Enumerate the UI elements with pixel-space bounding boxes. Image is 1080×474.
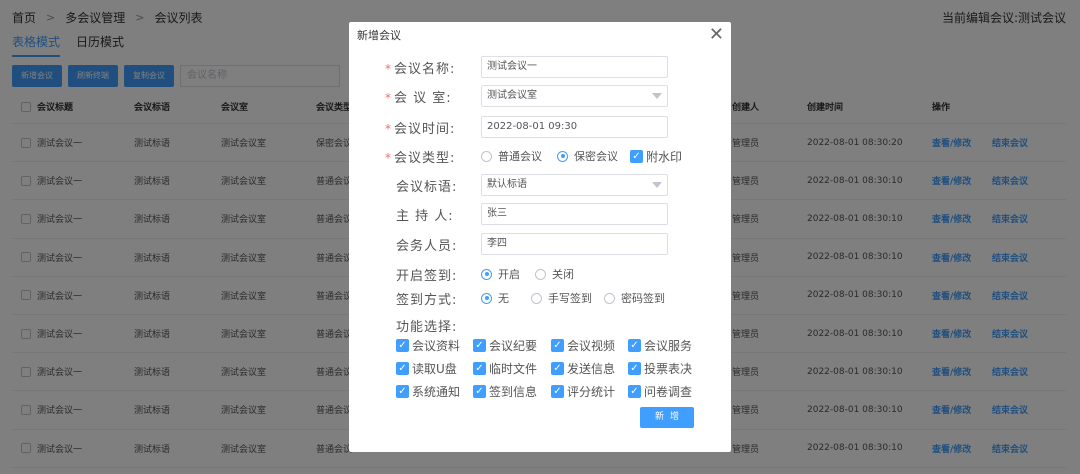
type-label: * 会议类型: (385, 150, 456, 166)
checkmark-icon: ✓ (628, 362, 641, 375)
meeting-room-select[interactable]: 测试会议室 (481, 85, 668, 107)
feature-checkbox[interactable]: ✓ 发送信息 (551, 360, 628, 377)
meeting-room-value: 测试会议室 (487, 90, 537, 101)
features-row: 功能选择: (349, 314, 731, 336)
required-mark: * (385, 150, 392, 165)
watermark-checkbox[interactable]: ✓ 附水印 (630, 148, 682, 165)
signin-method-handwrite[interactable]: 手写签到 (531, 290, 592, 306)
room-label: * 会 议 室: (385, 90, 452, 106)
slogan-value: 默认标语 (487, 179, 527, 190)
radio-selected-icon (557, 150, 568, 162)
required-mark: * (385, 121, 392, 136)
signin-option-off[interactable]: 关闭 (535, 266, 574, 282)
radio-icon (604, 292, 615, 304)
slogan-label: 会议标语: (396, 179, 458, 195)
submit-add-button[interactable]: 新增 (640, 407, 694, 428)
feature-label: 投票表决 (644, 362, 693, 376)
feature-checkbox[interactable]: ✓ 系统通知 (396, 383, 473, 400)
feature-checkbox[interactable]: ✓ 临时文件 (473, 360, 551, 377)
dialog-title: 新增会议 (357, 29, 401, 42)
feature-checkbox[interactable]: ✓ 会议视频 (551, 337, 628, 354)
type-row: * 会议类型: 普通会议 保密会议 ✓ 附水印 (349, 145, 731, 167)
feature-label: 会议纪要 (489, 339, 538, 353)
radio-icon (535, 268, 546, 280)
radio-selected-icon (481, 292, 492, 304)
required-mark: * (385, 61, 392, 76)
signin-method-options: 无 手写签到 密码签到 (481, 290, 680, 306)
feature-label: 问卷调查 (644, 385, 693, 399)
checkmark-icon: ✓ (473, 339, 486, 352)
checkmark-icon: ✓ (551, 385, 564, 398)
checkmark-icon: ✓ (473, 385, 486, 398)
host-input[interactable]: 张三 (481, 203, 668, 225)
room-row: * 会 议 室: 测试会议室 (349, 85, 731, 107)
chevron-down-icon (652, 182, 662, 188)
staff-row: 会务人员: 李四 (349, 233, 731, 255)
feature-checkbox[interactable]: ✓ 问卷调查 (628, 383, 708, 400)
feature-checkbox[interactable]: ✓ 投票表决 (628, 360, 708, 377)
signin-method-row: 签到方式: 无 手写签到 密码签到 (349, 287, 731, 309)
add-meeting-dialog: 新增会议 ✕ * 会议名称: 测试会议一 * 会 议 室: 测试会议室 * 会议时间:… (349, 22, 731, 452)
signin-options: 开启 关闭 (481, 266, 589, 282)
checkmark-icon: ✓ (630, 149, 643, 163)
feature-label: 会议资料 (412, 339, 461, 353)
time-label: * 会议时间: (385, 121, 456, 137)
staff-input[interactable]: 李四 (481, 233, 668, 255)
meeting-name-input[interactable]: 测试会议一 (481, 56, 668, 78)
time-row: * 会议时间: 2022-08-01 09:30 (349, 116, 731, 138)
slogan-select[interactable]: 默认标语 (481, 174, 668, 196)
feature-label: 会议服务 (644, 339, 693, 353)
slogan-row: 会议标语: 默认标语 (349, 174, 731, 196)
signin-method-label: 签到方式: (396, 292, 458, 308)
required-mark: * (385, 90, 392, 105)
staff-label: 会务人员: (396, 238, 458, 254)
feature-checkbox[interactable]: ✓ 会议纪要 (473, 337, 551, 354)
type-options: 普通会议 保密会议 ✓ 附水印 (481, 148, 697, 165)
feature-checkbox[interactable]: ✓ 读取U盘 (396, 360, 473, 377)
signin-method-none[interactable]: 无 (481, 290, 509, 306)
checkmark-icon: ✓ (396, 362, 409, 375)
signin-label: 开启签到: (396, 268, 458, 284)
signin-method-password[interactable]: 密码签到 (604, 290, 665, 306)
name-label: * 会议名称: (385, 61, 456, 77)
host-row: 主 持 人: 张三 (349, 203, 731, 225)
feature-label: 发送信息 (567, 362, 616, 376)
feature-label: 会议视频 (567, 339, 616, 353)
signin-row: 开启签到: 开启 关闭 (349, 263, 731, 285)
features-grid: ✓ 会议资料 ✓ 会议纪要 ✓ 会议视频 ✓ 会议服务 ✓ 读取U盘 ✓ 临时文件 ✓ 发送信息 ✓ 投票表决… (396, 337, 708, 400)
checkmark-icon: ✓ (396, 385, 409, 398)
type-option-normal[interactable]: 普通会议 (481, 148, 542, 164)
host-label: 主 持 人: (396, 208, 454, 224)
name-row: * 会议名称: 测试会议一 (349, 56, 731, 78)
checkmark-icon: ✓ (551, 362, 564, 375)
chevron-down-icon (652, 93, 662, 99)
feature-checkbox[interactable]: ✓ 会议服务 (628, 337, 708, 354)
feature-checkbox[interactable]: ✓ 签到信息 (473, 383, 551, 400)
feature-checkbox[interactable]: ✓ 会议资料 (396, 337, 473, 354)
checkmark-icon: ✓ (473, 362, 486, 375)
features-label: 功能选择: (396, 319, 458, 335)
meeting-time-input[interactable]: 2022-08-01 09:30 (481, 116, 668, 138)
feature-label: 评分统计 (567, 385, 616, 399)
signin-option-on[interactable]: 开启 (481, 266, 520, 282)
checkmark-icon: ✓ (628, 385, 641, 398)
type-option-secret[interactable]: 保密会议 (557, 148, 618, 164)
checkmark-icon: ✓ (628, 339, 641, 352)
feature-label: 读取U盘 (412, 362, 457, 376)
feature-checkbox[interactable]: ✓ 评分统计 (551, 383, 628, 400)
feature-label: 签到信息 (489, 385, 538, 399)
checkmark-icon: ✓ (396, 339, 409, 352)
feature-label: 临时文件 (489, 362, 538, 376)
radio-icon (531, 292, 542, 304)
radio-icon (481, 150, 492, 162)
feature-label: 系统通知 (412, 385, 461, 399)
checkmark-icon: ✓ (551, 339, 564, 352)
close-icon[interactable]: ✕ (709, 24, 724, 46)
radio-selected-icon (481, 268, 492, 280)
